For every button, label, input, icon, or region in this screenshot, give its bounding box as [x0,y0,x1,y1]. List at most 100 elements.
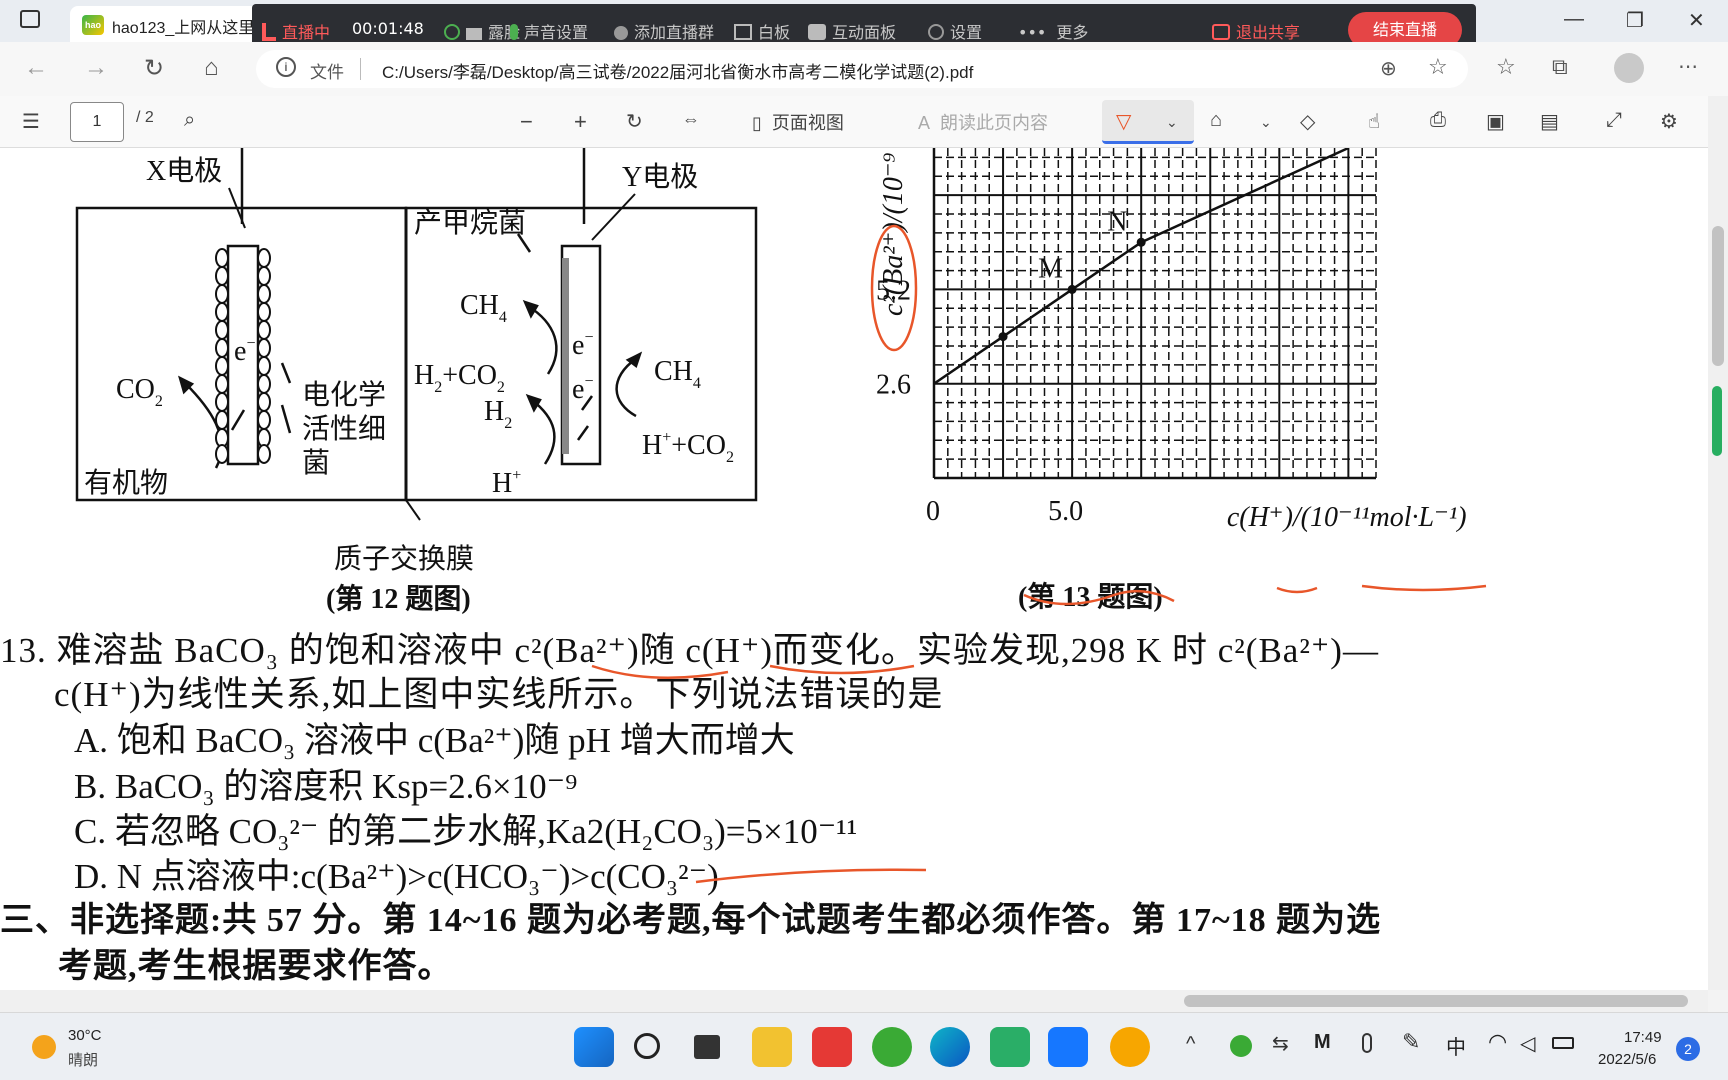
ime-indicator[interactable]: 中 [1446,1031,1466,1060]
minimize-icon[interactable]: — [1564,8,1584,31]
figure-12-caption: (第 12 题图) [326,582,471,615]
whiteboard[interactable]: 白板 [734,19,790,43]
page-number-input[interactable]: 1 [70,102,124,142]
point-label-m: M [1038,253,1063,284]
touch-icon[interactable]: ☝ [1368,109,1380,134]
avatar[interactable] [1614,53,1644,83]
tab-actions-icon[interactable] [20,10,40,28]
fit-width-icon[interactable]: ⇔ [682,109,700,130]
wechat-icon[interactable] [990,1027,1030,1067]
favorites-icon[interactable]: ☆ [1496,54,1516,80]
info-icon: i [276,57,296,77]
restore-icon[interactable]: ❐ [1626,8,1644,33]
clock-time[interactable]: 17:49 [1624,1029,1662,1046]
save-icon[interactable]: ▣ [1486,109,1505,134]
page-view-button[interactable]: ▯ 页面视图 [752,109,844,135]
eraser-icon[interactable]: ◇ [1300,109,1315,134]
settings-more-icon[interactable]: ⋯ [1678,54,1698,79]
y-electrode-label: Y电极 [622,161,698,193]
back-icon[interactable]: ← [24,54,48,82]
hao123-favicon-icon: hao [82,15,104,35]
exit-icon [1212,24,1230,40]
horizontal-scrollbar[interactable] [0,990,1708,1012]
browser-tab[interactable]: hao hao123_上网从这里 [70,6,260,42]
interaction-panel[interactable]: 互动面板 [808,19,896,43]
contents-icon[interactable]: ☰ [22,109,40,134]
feishu-icon[interactable] [1048,1027,1088,1067]
print-icon[interactable]: ⎙ [1430,109,1446,132]
forward-icon[interactable]: → [84,54,108,82]
data-point [1136,237,1146,247]
edge-icon[interactable] [930,1027,970,1067]
collections-icon[interactable]: ⧉ [1552,54,1568,80]
recorder-icon[interactable] [1110,1027,1150,1067]
start-icon[interactable] [574,1027,614,1067]
camera-toggle[interactable]: 露脸 [444,19,520,43]
task-view-icon[interactable] [694,1035,720,1059]
green-progress-indicator [1712,386,1722,456]
exit-share[interactable]: 退出共享 [1212,19,1300,43]
close-icon[interactable]: ✕ [1688,8,1705,33]
search-icon[interactable] [634,1033,660,1059]
pdf-settings-icon[interactable]: ⚙ [1660,109,1678,134]
sun-icon [32,1035,56,1059]
huawei-appgallery-icon[interactable] [812,1027,852,1067]
hscroll-thumb[interactable] [1184,995,1688,1007]
live-bars-icon [262,23,276,41]
volume-icon[interactable]: ◁ [1520,1031,1535,1056]
save-as-icon[interactable]: ▤ [1540,109,1559,134]
chevron-down-icon[interactable]: ⌄ [1166,114,1178,131]
zoom-out-icon[interactable]: − [520,109,533,135]
hplus-label: H+ [492,467,521,499]
y-tick-label: 2.6 [876,370,911,401]
tray-m-icon[interactable]: M [1314,1031,1331,1054]
add-live-group[interactable]: 添加直播群 [614,19,714,43]
file-explorer-icon[interactable] [752,1027,792,1067]
mic-icon[interactable] [1362,1033,1372,1053]
tray-switch-icon[interactable]: ⇆ [1272,1031,1289,1056]
battery-icon[interactable] [1552,1037,1574,1049]
refresh-icon[interactable]: ↻ [144,54,164,83]
h2-co2-label: H2+CO2 [414,360,505,396]
section-heading-line-2: 考题,考生根据要求作答。 [58,948,453,985]
ie-browser-icon[interactable] [872,1027,912,1067]
live-settings[interactable]: 设置 [928,19,982,43]
add-user-icon [614,26,628,40]
x-axis-label: c(H⁺)/(10⁻¹¹mol·L⁻¹) [1227,502,1467,533]
chevron-down-icon[interactable]: ⌄ [1260,114,1272,131]
vertical-scrollbar[interactable] [1708,96,1728,990]
chart-grid [932,148,1377,480]
notification-badge[interactable]: 2 [1676,1037,1700,1061]
clock-date[interactable]: 2022/5/6 [1598,1051,1656,1068]
zoom-icon[interactable]: ⊕ [1380,56,1397,81]
pen-icon[interactable]: ✎ [1402,1029,1420,1055]
data-point [1067,284,1077,294]
scrollbar-thumb[interactable] [1712,226,1724,366]
wifi-icon[interactable]: ◠ [1488,1029,1507,1055]
camera-icon [444,24,460,40]
co2-label: CO2 [116,374,163,410]
add-favorite-icon[interactable]: ☆ [1428,54,1448,80]
address-bar[interactable]: i 文件 C:/Users/李磊/Desktop/高三试卷/2022届河北省衡水… [256,50,1468,88]
search-icon[interactable]: ⌕ [184,109,195,132]
tray-chevron-icon[interactable]: ^ [1186,1033,1195,1056]
more-dots-icon: ••• [1018,23,1047,42]
address-url: C:/Users/李磊/Desktop/高三试卷/2022届河北省衡水市高考二模… [382,63,974,82]
x-tick-label: 0 [926,496,940,527]
temperature: 30°C [68,1027,102,1044]
chart-labels: MN0 5.02.65.2c(H⁺)/(10⁻¹¹mol·L⁻¹)c²(Ba²⁺)… [876,148,1467,613]
sound-settings[interactable]: 声音设置 [510,19,588,43]
rotate-icon[interactable]: ↻ [626,109,643,134]
highlight-icon[interactable]: ⌂ [1210,109,1222,132]
read-aloud-button[interactable]: A 朗读此页内容 [918,109,1048,135]
zoom-in-icon[interactable]: + [574,109,587,135]
address-divider [360,58,361,80]
read-aloud-icon: A [918,113,931,133]
more-menu[interactable]: ••• 更多 [1018,19,1088,43]
tray-app-icon[interactable] [1230,1035,1252,1057]
figure-13-caption: (第 13 题图) [1018,580,1163,613]
pdf-page: X电极 Y电极 产甲烷菌 CH4 H2+CO2 H2 H+ CH4 H++CO2… [0,148,1708,990]
fullscreen-icon[interactable]: ⤢ [1606,109,1622,132]
browser-navbar: ← → ↻ ⌂ i 文件 C:/Users/李磊/Desktop/高三试卷/20… [0,42,1728,96]
home-icon[interactable]: ⌂ [204,54,219,82]
